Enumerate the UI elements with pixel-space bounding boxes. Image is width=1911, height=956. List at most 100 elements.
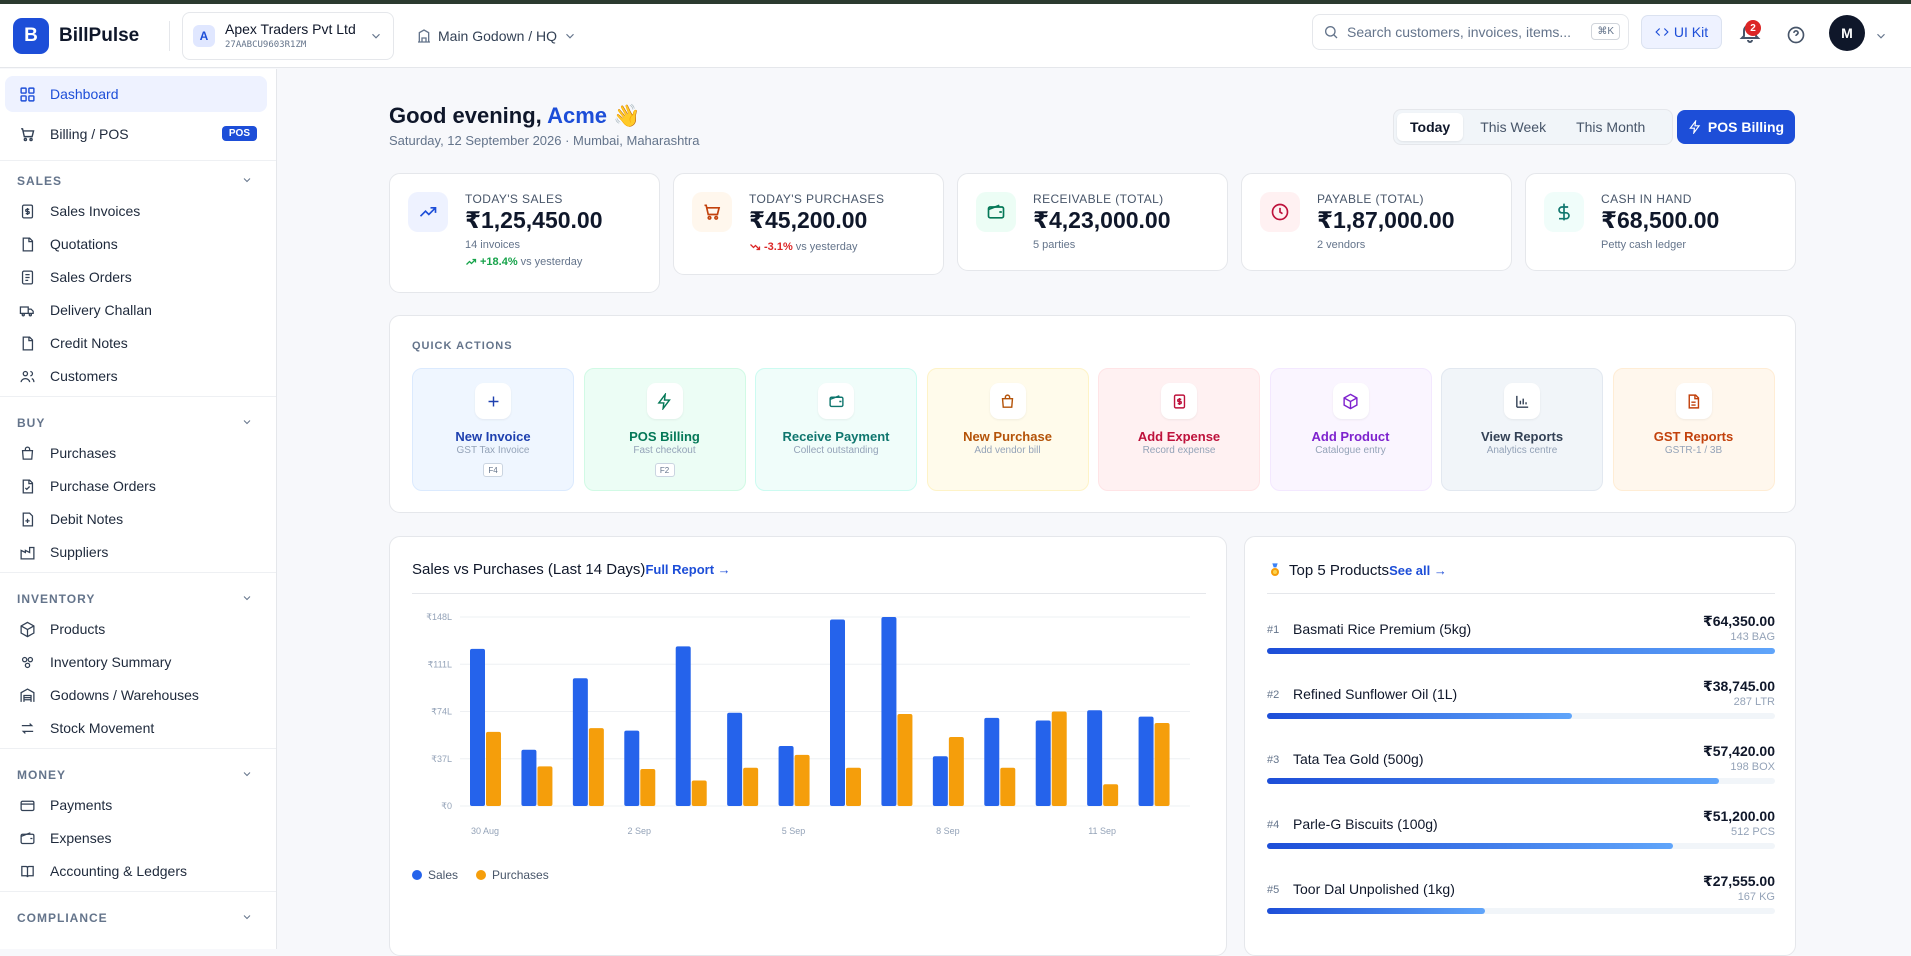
see-all-link[interactable]: See all → xyxy=(1389,563,1447,578)
bar-sales-2-sep[interactable] xyxy=(624,730,640,806)
sidebar-section-inventory[interactable]: INVENTORY xyxy=(17,592,253,606)
sidebar-item-stock-movement[interactable]: Stock Movement xyxy=(5,710,267,746)
tile-icon-box xyxy=(1332,383,1369,419)
top-product-row[interactable]: #2 Refined Sunflower Oil (1L) ₹38,745.00 28… xyxy=(1267,678,1775,732)
bar-purchases-9-sep[interactable] xyxy=(1000,767,1016,806)
sidebar-item-suppliers[interactable]: Suppliers xyxy=(5,534,267,570)
kpi-todays-sales[interactable]: TODAY'S SALES ₹1,25,450.00 14 invoices +… xyxy=(389,173,660,293)
bar-purchases-31-aug[interactable] xyxy=(537,766,553,806)
app-logo[interactable]: B BillPulse xyxy=(13,17,153,54)
bar-purchases-30-aug[interactable] xyxy=(486,731,501,806)
kpi-label: TODAY'S SALES xyxy=(465,192,563,206)
bar-sales-9-sep[interactable] xyxy=(984,717,1000,806)
document-icon xyxy=(1688,393,1700,409)
godown-selector[interactable]: Main Godown / HQ xyxy=(416,28,577,44)
sidebar-item-delivery-challan[interactable]: Delivery Challan xyxy=(5,292,267,328)
sidebar-item-debit-notes[interactable]: Debit Notes xyxy=(5,501,267,537)
sidebar-section-compliance[interactable]: COMPLIANCE xyxy=(17,911,253,925)
period-today[interactable]: Today xyxy=(1397,113,1464,141)
sidebar-section-buy[interactable]: BUY xyxy=(17,416,253,430)
bar-sales-10-sep[interactable] xyxy=(1035,720,1051,806)
kpi-icon-bg xyxy=(976,192,1016,232)
sidebar-item-customers[interactable]: Customers xyxy=(5,358,267,394)
bar-sales-4-sep[interactable] xyxy=(727,712,743,806)
bar-sales-1-sep[interactable] xyxy=(572,678,588,806)
sidebar-item-credit-notes[interactable]: Credit Notes xyxy=(5,325,267,361)
divider xyxy=(0,396,276,397)
pos-billing-label: POS Billing xyxy=(1707,119,1785,135)
period-this-month[interactable]: This Month xyxy=(1563,113,1658,141)
top-product-row[interactable]: #5 Toor Dal Unpolished (1kg) ₹27,555.00 167… xyxy=(1267,873,1775,927)
bar-purchases-6-sep[interactable] xyxy=(846,767,861,806)
product-quantity: 287 LTR xyxy=(1733,696,1775,708)
product-share-bar xyxy=(1267,778,1775,784)
bar-purchases-7-sep[interactable] xyxy=(897,714,913,806)
top-product-row[interactable]: #3 Tata Tea Gold (500g) ₹57,420.00 198 BOX xyxy=(1267,743,1775,797)
bar-sales-31-aug[interactable] xyxy=(521,749,537,806)
quick-action-gst-reports[interactable]: GST Reports GSTR-1 / 3B xyxy=(1612,368,1775,491)
sidebar-item-sales-orders[interactable]: Sales Orders xyxy=(5,259,267,295)
bar-purchases-8-sep[interactable] xyxy=(948,737,964,806)
pos-badge: POS xyxy=(221,126,257,141)
kpi-todays-purchases[interactable]: TODAY'S PURCHASES ₹45,200.00 -3.1% vs ye… xyxy=(673,173,944,275)
bar-sales-8-sep[interactable] xyxy=(932,756,948,806)
sidebar-item-billing-pos[interactable]: Billing / POS POS xyxy=(5,116,267,152)
quick-action-view-reports[interactable]: View Reports Analytics centre xyxy=(1441,368,1603,491)
bar-purchases-10-sep[interactable] xyxy=(1051,711,1067,807)
chevron-down-icon[interactable] xyxy=(1874,29,1888,43)
sidebar-item-quotations[interactable]: Quotations xyxy=(5,226,267,262)
sidebar-item-expenses[interactable]: Expenses xyxy=(5,820,267,856)
sidebar-item-sales-invoices[interactable]: Sales Invoices xyxy=(5,193,267,229)
kpi-cash-in-hand[interactable]: CASH IN HAND ₹68,500.00 Petty cash ledge… xyxy=(1525,173,1796,271)
quick-action-new-purchase[interactable]: New Purchase Add vendor bill xyxy=(926,368,1089,491)
quick-action-add-expense[interactable]: Add Expense Record expense xyxy=(1098,368,1260,491)
y-tick-label: ₹37L xyxy=(431,754,452,764)
bar-purchases-2-sep[interactable] xyxy=(640,768,656,806)
chevron-down-icon xyxy=(566,33,574,39)
bar-sales-3-sep[interactable] xyxy=(675,646,691,806)
bar-purchases-12-sep[interactable] xyxy=(1154,722,1170,806)
sidebar-item-inventory-summary[interactable]: Inventory Summary xyxy=(5,644,267,680)
global-search[interactable]: ⌘K xyxy=(1312,14,1629,50)
sidebar-section-money[interactable]: MONEY xyxy=(17,768,253,782)
top-product-row[interactable]: #1 Basmati Rice Premium (5kg) ₹64,350.00 14… xyxy=(1267,613,1775,667)
kpi-receivable[interactable]: RECEIVABLE (TOTAL) ₹4,23,000.00 5 partie… xyxy=(957,173,1228,271)
sidebar-item-accounting-ledgers[interactable]: Accounting & Ledgers xyxy=(5,853,267,889)
bar-purchases-4-sep[interactable] xyxy=(743,767,759,806)
user-avatar[interactable]: M xyxy=(1829,15,1865,51)
sidebar-item-purchases[interactable]: Purchases xyxy=(5,435,267,471)
tile-title: New Invoice xyxy=(455,429,531,444)
bar-purchases-3-sep[interactable] xyxy=(691,780,707,806)
bar-sales-5-sep[interactable] xyxy=(778,745,794,806)
quick-action-receive-payment[interactable]: Receive Payment Collect outstanding xyxy=(755,368,917,491)
greeting-heading: Good evening, Acme 👋 xyxy=(389,103,641,129)
pos-billing-button[interactable]: POS Billing xyxy=(1677,110,1795,144)
period-this-week[interactable]: This Week xyxy=(1467,113,1559,141)
divider xyxy=(169,20,170,51)
quick-action-add-product[interactable]: Add Product Catalogue entry xyxy=(1269,368,1432,491)
kpi-payable[interactable]: PAYABLE (TOTAL) ₹1,87,000.00 2 vendors xyxy=(1241,173,1512,271)
bar-sales-11-sep[interactable] xyxy=(1087,710,1103,806)
bar-sales-6-sep[interactable] xyxy=(830,619,845,806)
sidebar-item-purchase-orders[interactable]: Purchase Orders xyxy=(5,468,267,504)
sidebar-item-products[interactable]: Products xyxy=(5,611,267,647)
sidebar-section-sales[interactable]: SALES xyxy=(17,174,253,188)
quick-action-new-invoice[interactable]: New Invoice GST Tax Invoice F4 xyxy=(412,368,574,491)
top-product-row[interactable]: #4 Parle-G Biscuits (100g) ₹51,200.00 512 P… xyxy=(1267,808,1775,862)
bar-sales-7-sep[interactable] xyxy=(881,617,897,806)
bar-sales-30-aug[interactable] xyxy=(470,648,485,806)
bar-purchases-11-sep[interactable] xyxy=(1103,784,1119,806)
help-icon[interactable] xyxy=(1786,25,1806,45)
search-input[interactable] xyxy=(1347,24,1577,40)
full-report-link[interactable]: Full Report → xyxy=(645,562,730,577)
sidebar-item-payments[interactable]: Payments xyxy=(5,787,267,823)
sidebar-item-godowns-warehouses[interactable]: Godowns / Warehouses xyxy=(5,677,267,713)
quick-action-pos-billing[interactable]: POS Billing Fast checkout F2 xyxy=(583,368,746,491)
bar-purchases-1-sep[interactable] xyxy=(588,728,604,806)
sidebar-item-dashboard[interactable]: Dashboard xyxy=(5,76,267,112)
sidebar-item-label: Quotations xyxy=(50,236,118,252)
bar-sales-12-sep[interactable] xyxy=(1138,716,1154,806)
ui-kit-button[interactable]: UI Kit xyxy=(1641,15,1722,49)
company-switcher[interactable]: A Apex Traders Pvt Ltd 27AABCU9603R1ZM xyxy=(182,11,394,60)
bar-purchases-5-sep[interactable] xyxy=(794,754,810,806)
